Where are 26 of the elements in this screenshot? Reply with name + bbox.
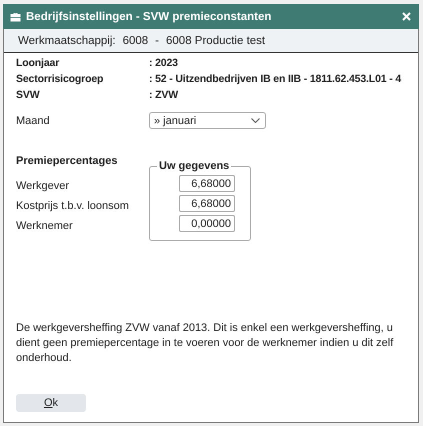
premium-label: Werkgever xyxy=(16,179,70,194)
field-value: : 2023 xyxy=(149,57,179,69)
company-name: 6008 Productie test xyxy=(166,34,266,46)
percentage-input[interactable]: 6,68000 xyxy=(179,175,235,192)
percentage-input[interactable]: 0,00000 xyxy=(179,215,235,232)
close-icon[interactable] xyxy=(402,12,411,21)
briefcase-icon xyxy=(10,12,21,22)
field-label: Loonjaar xyxy=(16,57,60,69)
field-value: : 52 - Uitzendbedrijven IB en IIB - 1811.62.453.L01 - 4 xyxy=(149,73,402,85)
ok-button[interactable]: Ok xyxy=(16,394,86,412)
premium-label: Werknemer xyxy=(16,219,74,234)
premium-label: Kostprijs t.b.v. loonsom xyxy=(16,199,130,214)
company-code: 6008 xyxy=(122,34,148,46)
group-legend: Uw gegevens xyxy=(157,160,232,172)
field-label: SVW xyxy=(16,89,40,101)
month-dropdown[interactable]: » januari xyxy=(149,112,266,129)
chevron-down-icon xyxy=(251,118,260,123)
info-text: De werkgeversheffing ZVW vanaf 2013. Dit is enkel een werkgeversheffing, u dient geen premiepercentage in te voeren voor de werknemer indien u dit zelf onderhoud. xyxy=(16,321,394,366)
section-label: Premiepercentages xyxy=(16,155,118,167)
field-value: : ZVW xyxy=(149,89,179,101)
month-label: Maand xyxy=(16,114,51,126)
dash-separator: - xyxy=(155,34,160,46)
field-label: Sectorrisicogroep xyxy=(16,73,104,85)
window-title: Bedrijfsinstellingen - SVW premieconstanten xyxy=(26,10,272,22)
percentage-input[interactable]: 6,68000 xyxy=(179,195,235,212)
company-label: Werkmaatschappij: xyxy=(18,34,116,46)
